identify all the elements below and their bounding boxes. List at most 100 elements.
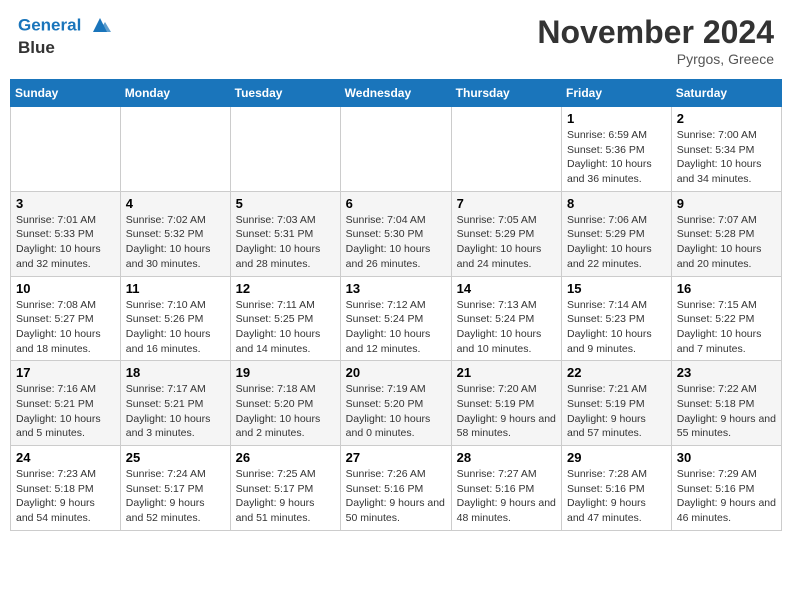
weekday-tuesday: Tuesday xyxy=(230,80,340,107)
calendar-cell: 7 Sunrise: 7:05 AM Sunset: 5:29 PM Daylig… xyxy=(451,191,561,276)
calendar-cell xyxy=(11,107,121,192)
page-header: General Blue November 2024 Pyrgos, Greec… xyxy=(10,10,782,71)
month-title: November 2024 xyxy=(537,14,774,51)
calendar-cell: 29 Sunrise: 7:28 AM Sunset: 5:16 PM Dayli… xyxy=(562,446,672,531)
day-number: 29 xyxy=(567,450,666,465)
weekday-thursday: Thursday xyxy=(451,80,561,107)
calendar-cell: 11 Sunrise: 7:10 AM Sunset: 5:26 PM Dayli… xyxy=(120,276,230,361)
calendar-cell xyxy=(230,107,340,192)
day-number: 1 xyxy=(567,111,666,126)
day-info: Sunrise: 7:16 AM Sunset: 5:21 PM Dayligh… xyxy=(16,382,115,441)
day-number: 24 xyxy=(16,450,115,465)
day-number: 7 xyxy=(457,196,556,211)
day-info: Sunrise: 7:18 AM Sunset: 5:20 PM Dayligh… xyxy=(236,382,335,441)
day-number: 11 xyxy=(126,281,225,296)
calendar-cell: 20 Sunrise: 7:19 AM Sunset: 5:20 PM Dayli… xyxy=(340,361,451,446)
calendar-cell: 8 Sunrise: 7:06 AM Sunset: 5:29 PM Daylig… xyxy=(562,191,672,276)
calendar-cell: 22 Sunrise: 7:21 AM Sunset: 5:19 PM Dayli… xyxy=(562,361,672,446)
calendar-cell: 18 Sunrise: 7:17 AM Sunset: 5:21 PM Dayli… xyxy=(120,361,230,446)
day-info: Sunrise: 7:24 AM Sunset: 5:17 PM Dayligh… xyxy=(126,467,225,526)
weekday-friday: Friday xyxy=(562,80,672,107)
calendar-cell: 28Sunrise: 7:27 AM Sunset: 5:16 PM Dayli… xyxy=(451,446,561,531)
week-row-3: 10 Sunrise: 7:08 AM Sunset: 5:27 PM Dayli… xyxy=(11,276,782,361)
day-info: Sunrise: 7:23 AM Sunset: 5:18 PM Dayligh… xyxy=(16,467,115,526)
calendar-cell xyxy=(340,107,451,192)
day-info: Sunrise: 7:07 AM Sunset: 5:28 PM Dayligh… xyxy=(677,213,776,272)
day-number: 22 xyxy=(567,365,666,380)
calendar-cell: 16 Sunrise: 7:15 AM Sunset: 5:22 PM Dayli… xyxy=(671,276,781,361)
day-info: Sunrise: 7:00 AM Sunset: 5:34 PM Dayligh… xyxy=(677,128,776,187)
day-number: 8 xyxy=(567,196,666,211)
calendar-cell: 6Sunrise: 7:04 AM Sunset: 5:30 PM Daylig… xyxy=(340,191,451,276)
day-number: 12 xyxy=(236,281,335,296)
day-info: Sunrise: 7:03 AM Sunset: 5:31 PM Dayligh… xyxy=(236,213,335,272)
logo: General Blue xyxy=(18,14,111,58)
calendar-cell: 25 Sunrise: 7:24 AM Sunset: 5:17 PM Dayli… xyxy=(120,446,230,531)
day-info: Sunrise: 7:02 AM Sunset: 5:32 PM Dayligh… xyxy=(126,213,225,272)
day-number: 10 xyxy=(16,281,115,296)
day-info: Sunrise: 7:15 AM Sunset: 5:22 PM Dayligh… xyxy=(677,298,776,357)
day-number: 19 xyxy=(236,365,335,380)
calendar-cell: 19 Sunrise: 7:18 AM Sunset: 5:20 PM Dayli… xyxy=(230,361,340,446)
day-info: Sunrise: 6:59 AM Sunset: 5:36 PM Dayligh… xyxy=(567,128,666,187)
day-number: 25 xyxy=(126,450,225,465)
day-number: 4 xyxy=(126,196,225,211)
calendar-cell: 30 Sunrise: 7:29 AM Sunset: 5:16 PM Dayli… xyxy=(671,446,781,531)
weekday-header-row: SundayMondayTuesdayWednesdayThursdayFrid… xyxy=(11,80,782,107)
calendar-cell: 23Sunrise: 7:22 AM Sunset: 5:18 PM Dayli… xyxy=(671,361,781,446)
day-number: 20 xyxy=(346,365,446,380)
calendar-cell: 21 Sunrise: 7:20 AM Sunset: 5:19 PM Dayli… xyxy=(451,361,561,446)
day-number: 5 xyxy=(236,196,335,211)
day-number: 13 xyxy=(346,281,446,296)
day-number: 6 xyxy=(346,196,446,211)
calendar-cell: 14 Sunrise: 7:13 AM Sunset: 5:24 PM Dayli… xyxy=(451,276,561,361)
day-number: 17 xyxy=(16,365,115,380)
day-info: Sunrise: 7:11 AM Sunset: 5:25 PM Dayligh… xyxy=(236,298,335,357)
day-info: Sunrise: 7:29 AM Sunset: 5:16 PM Dayligh… xyxy=(677,467,776,526)
day-number: 23 xyxy=(677,365,776,380)
day-info: Sunrise: 7:06 AM Sunset: 5:29 PM Dayligh… xyxy=(567,213,666,272)
day-info: Sunrise: 7:17 AM Sunset: 5:21 PM Dayligh… xyxy=(126,382,225,441)
day-info: Sunrise: 7:13 AM Sunset: 5:24 PM Dayligh… xyxy=(457,298,556,357)
day-number: 30 xyxy=(677,450,776,465)
day-info: Sunrise: 7:12 AM Sunset: 5:24 PM Dayligh… xyxy=(346,298,446,357)
day-info: Sunrise: 7:19 AM Sunset: 5:20 PM Dayligh… xyxy=(346,382,446,441)
logo-blue: Blue xyxy=(18,38,111,58)
week-row-1: 1 Sunrise: 6:59 AM Sunset: 5:36 PM Daylig… xyxy=(11,107,782,192)
day-number: 27 xyxy=(346,450,446,465)
calendar-cell: 27Sunrise: 7:26 AM Sunset: 5:16 PM Dayli… xyxy=(340,446,451,531)
logo-icon xyxy=(89,14,111,36)
day-info: Sunrise: 7:28 AM Sunset: 5:16 PM Dayligh… xyxy=(567,467,666,526)
day-info: Sunrise: 7:21 AM Sunset: 5:19 PM Dayligh… xyxy=(567,382,666,441)
calendar-cell: 2 Sunrise: 7:00 AM Sunset: 5:34 PM Daylig… xyxy=(671,107,781,192)
day-number: 26 xyxy=(236,450,335,465)
weekday-monday: Monday xyxy=(120,80,230,107)
week-row-4: 17 Sunrise: 7:16 AM Sunset: 5:21 PM Dayli… xyxy=(11,361,782,446)
day-info: Sunrise: 7:05 AM Sunset: 5:29 PM Dayligh… xyxy=(457,213,556,272)
day-info: Sunrise: 7:01 AM Sunset: 5:33 PM Dayligh… xyxy=(16,213,115,272)
week-row-2: 3 Sunrise: 7:01 AM Sunset: 5:33 PM Daylig… xyxy=(11,191,782,276)
day-info: Sunrise: 7:14 AM Sunset: 5:23 PM Dayligh… xyxy=(567,298,666,357)
day-number: 16 xyxy=(677,281,776,296)
calendar-table: SundayMondayTuesdayWednesdayThursdayFrid… xyxy=(10,79,782,531)
calendar-cell xyxy=(451,107,561,192)
day-number: 9 xyxy=(677,196,776,211)
day-number: 15 xyxy=(567,281,666,296)
calendar-cell: 26Sunrise: 7:25 AM Sunset: 5:17 PM Dayli… xyxy=(230,446,340,531)
weekday-sunday: Sunday xyxy=(11,80,121,107)
day-number: 18 xyxy=(126,365,225,380)
calendar-cell: 24 Sunrise: 7:23 AM Sunset: 5:18 PM Dayli… xyxy=(11,446,121,531)
calendar-cell: 15 Sunrise: 7:14 AM Sunset: 5:23 PM Dayli… xyxy=(562,276,672,361)
calendar-cell: 3 Sunrise: 7:01 AM Sunset: 5:33 PM Daylig… xyxy=(11,191,121,276)
calendar-cell: 17 Sunrise: 7:16 AM Sunset: 5:21 PM Dayli… xyxy=(11,361,121,446)
day-info: Sunrise: 7:27 AM Sunset: 5:16 PM Dayligh… xyxy=(457,467,556,526)
day-number: 21 xyxy=(457,365,556,380)
day-info: Sunrise: 7:10 AM Sunset: 5:26 PM Dayligh… xyxy=(126,298,225,357)
day-number: 3 xyxy=(16,196,115,211)
day-info: Sunrise: 7:08 AM Sunset: 5:27 PM Dayligh… xyxy=(16,298,115,357)
day-number: 14 xyxy=(457,281,556,296)
calendar-cell: 13 Sunrise: 7:12 AM Sunset: 5:24 PM Dayli… xyxy=(340,276,451,361)
logo-text: General xyxy=(18,14,111,38)
day-info: Sunrise: 7:20 AM Sunset: 5:19 PM Dayligh… xyxy=(457,382,556,441)
day-number: 2 xyxy=(677,111,776,126)
